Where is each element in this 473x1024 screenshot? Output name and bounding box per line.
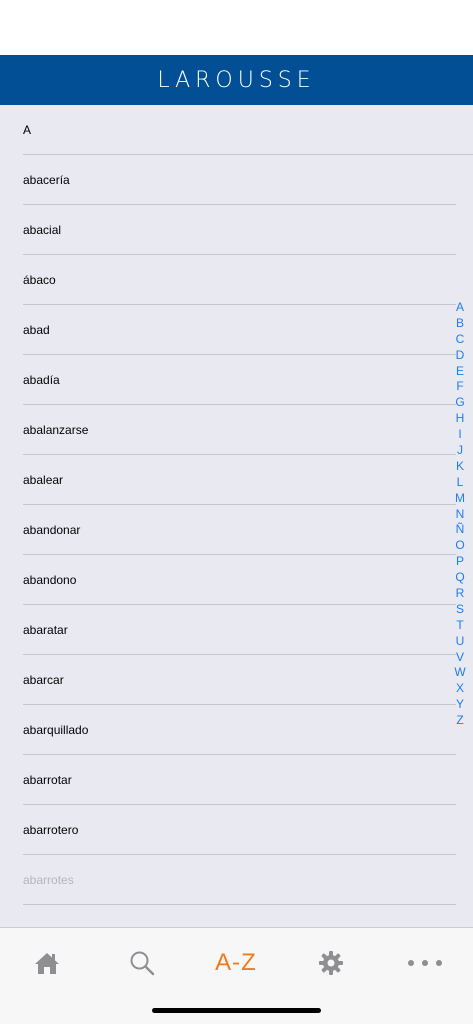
list-item-label: abarrotero <box>23 823 79 837</box>
brand-logo: LAROUSSE <box>157 67 316 93</box>
list-item-label: abarrotar <box>23 773 72 787</box>
list-item[interactable]: abalear <box>0 455 473 505</box>
list-item-label: abarquillado <box>23 723 89 737</box>
alphabet-index-letter[interactable]: Z <box>456 713 463 729</box>
alphabet-index-letter[interactable]: U <box>456 634 465 650</box>
alphabet-index-letter[interactable]: Q <box>455 570 464 586</box>
search-icon <box>130 951 155 976</box>
list-item-label: abandono <box>23 573 77 587</box>
list-item-label: abacería <box>23 173 70 187</box>
list-item[interactable]: ábaco <box>0 255 473 305</box>
alphabet-index-letter[interactable]: Ñ <box>456 522 465 538</box>
word-list-area[interactable]: A abacería abacial ábaco abad abadía aba… <box>0 105 473 927</box>
tab-home[interactable] <box>0 928 94 998</box>
alphabet-index-letter[interactable]: A <box>456 300 464 316</box>
tab-az[interactable]: A-Z <box>189 928 283 998</box>
list-item[interactable]: abacial <box>0 205 473 255</box>
alphabet-index-letter[interactable]: J <box>457 443 463 459</box>
alphabet-index-letter[interactable]: W <box>454 665 465 681</box>
alphabet-index-letter[interactable]: V <box>456 650 464 666</box>
alphabet-index-letter[interactable]: C <box>456 332 465 348</box>
alphabet-index-letter[interactable]: G <box>455 395 464 411</box>
alphabet-index-letter[interactable]: D <box>456 348 465 364</box>
alphabet-index[interactable]: ABCDEFGHIJKLMNÑOPQRSTUVWXYZ <box>451 300 469 729</box>
list-item-label: abadía <box>23 373 60 387</box>
section-header-label: A <box>23 123 32 137</box>
alphabet-index-letter[interactable]: T <box>456 618 463 634</box>
list-item[interactable]: abandono <box>0 555 473 605</box>
tab-more[interactable] <box>378 928 472 998</box>
alphabet-index-letter[interactable]: L <box>457 475 464 491</box>
word-list: A abacería abacial ábaco abad abadía aba… <box>0 105 473 905</box>
home-indicator[interactable] <box>152 1008 321 1013</box>
list-item-label: abad <box>23 323 50 337</box>
list-item[interactable]: abarquillado <box>0 705 473 755</box>
alphabet-index-letter[interactable]: E <box>456 364 464 380</box>
section-header: A <box>0 105 473 155</box>
app-header: LAROUSSE <box>0 55 473 105</box>
alphabet-index-letter[interactable]: R <box>456 586 465 602</box>
list-item-label: abacial <box>23 223 62 237</box>
alphabet-index-letter[interactable]: N <box>456 507 465 523</box>
list-item-label: abalear <box>23 473 64 487</box>
tab-az-label: A-Z <box>215 949 257 976</box>
alphabet-index-letter[interactable]: M <box>455 491 465 507</box>
status-bar <box>0 0 473 55</box>
list-item[interactable]: abad <box>0 305 473 355</box>
alphabet-index-letter[interactable]: K <box>456 459 464 475</box>
list-item-label: abaratar <box>23 623 68 637</box>
list-item[interactable]: abarrotero <box>0 805 473 855</box>
list-item-label: abandonar <box>23 523 81 537</box>
list-item[interactable]: abadía <box>0 355 473 405</box>
alphabet-index-letter[interactable]: H <box>456 411 465 427</box>
list-item[interactable]: abarrotes <box>0 855 473 905</box>
gear-icon <box>319 951 343 975</box>
alphabet-index-letter[interactable]: B <box>456 316 464 332</box>
home-icon <box>35 953 59 974</box>
list-item-label: abalanzarse <box>23 423 89 437</box>
list-item[interactable]: abaratar <box>0 605 473 655</box>
alphabet-index-letter[interactable]: F <box>456 379 463 395</box>
alphabet-index-letter[interactable]: Y <box>456 697 464 713</box>
tab-settings[interactable] <box>284 928 378 998</box>
list-item[interactable]: abacería <box>0 155 473 205</box>
list-item[interactable]: abarcar <box>0 655 473 705</box>
list-item[interactable]: abandonar <box>0 505 473 555</box>
alphabet-index-letter[interactable]: X <box>456 681 464 697</box>
list-item[interactable]: abalanzarse <box>0 405 473 455</box>
alphabet-index-letter[interactable]: I <box>458 427 461 443</box>
list-item-label: ábaco <box>23 273 56 287</box>
alphabet-index-letter[interactable]: P <box>456 554 464 570</box>
alphabet-index-letter[interactable]: O <box>455 538 464 554</box>
more-icon <box>408 960 442 966</box>
list-item-label: abarcar <box>23 673 64 687</box>
tab-search[interactable] <box>95 928 189 998</box>
list-item-label: abarrotes <box>23 873 74 887</box>
list-item[interactable]: abarrotar <box>0 755 473 805</box>
alphabet-index-letter[interactable]: S <box>456 602 464 618</box>
